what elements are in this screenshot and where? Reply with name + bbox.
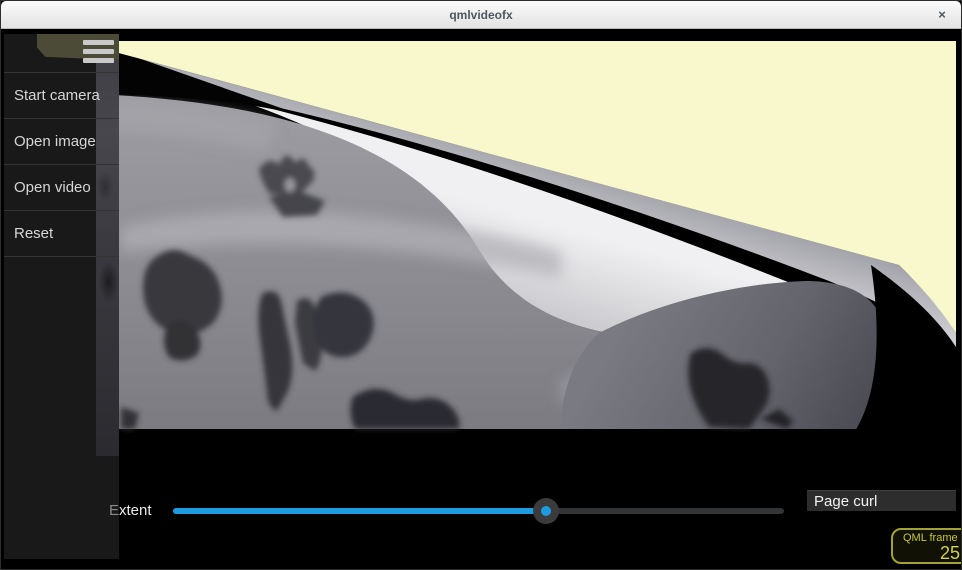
sidebar-item-open-video[interactable]: Open video <box>4 165 119 211</box>
title-bar: qmlvideofx × <box>1 1 961 29</box>
sidebar-item-open-image[interactable]: Open image <box>4 119 119 165</box>
page-curl-effect-canvas <box>1 29 962 570</box>
slider-handle[interactable] <box>533 498 559 524</box>
fps-badge-value: 25.95 <box>903 543 962 564</box>
window-title: qmlvideofx <box>1 8 961 22</box>
sidebar-item-reset[interactable]: Reset <box>4 211 119 257</box>
extent-slider[interactable] <box>173 498 784 524</box>
effect-selector-button[interactable]: Page curl <box>807 490 956 511</box>
sidebar-item-start-camera[interactable]: Start camera <box>4 73 119 119</box>
extent-slider-label: Extent <box>109 502 152 519</box>
slider-handle-dot <box>541 506 551 516</box>
app-window: Start cameraOpen imageOpen videoReset Ex… <box>0 0 962 570</box>
fps-badge: QML frame r... 25.95 <box>891 528 962 564</box>
sidebar-menu: Start cameraOpen imageOpen videoReset <box>4 72 119 257</box>
slider-fill <box>173 508 546 514</box>
close-icon[interactable]: × <box>933 6 951 24</box>
sidebar: Start cameraOpen imageOpen videoReset <box>4 34 119 559</box>
hamburger-icon[interactable] <box>83 40 114 63</box>
